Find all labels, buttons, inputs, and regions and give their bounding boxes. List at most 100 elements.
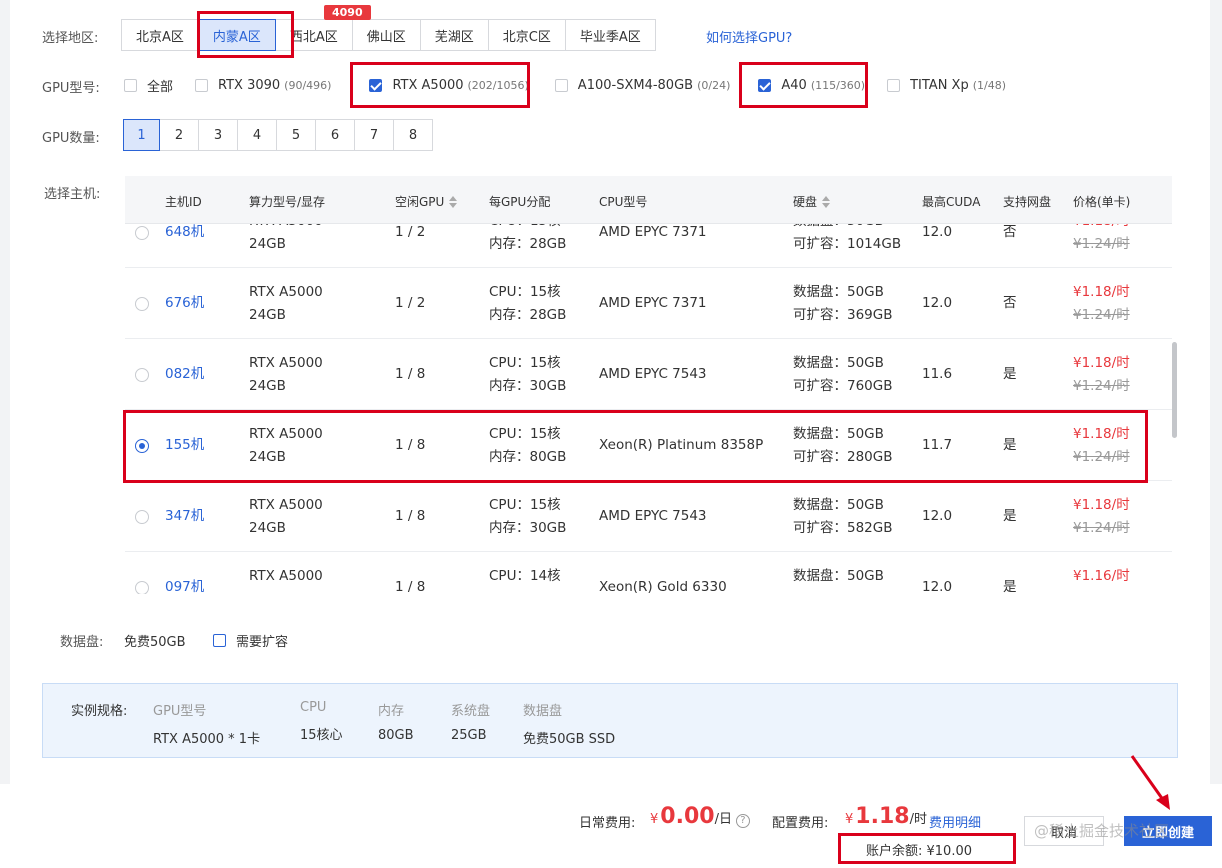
host-model: RTX A500024GB (249, 497, 323, 536)
table-row[interactable]: 097机 RTX A5000 1 / 8 CPU：14核 Xeon(R) Gold 63… (125, 552, 1172, 594)
host-id[interactable]: 676机 (165, 292, 204, 315)
col-cuda: 最高CUDA (922, 195, 981, 209)
host-netdisk: 是 (1003, 437, 1017, 453)
col-host-id: 主机ID (165, 195, 202, 209)
sort-icon[interactable] (822, 195, 831, 208)
table-row[interactable]: 155机 RTX A5000 24GB 1 / 8 CPU：15核 内存：80GB Xeon… (125, 410, 1172, 481)
col-price: 价格(单卡) (1073, 195, 1131, 209)
host-id[interactable]: 648机 (165, 221, 204, 244)
instance-spec-panel: 实例规格: GPU型号 RTX A5000 * 1卡 CPU 15核心 内存 8… (42, 683, 1178, 758)
gpu-count-5[interactable]: 5 (276, 119, 316, 151)
host-alloc: CPU：14核 (489, 568, 561, 584)
col-free-gpu[interactable]: 空闲GPU (395, 193, 458, 210)
host-price: ¥1.18/时¥1.24/时 (1073, 355, 1130, 394)
create-now-button[interactable]: 立即创建 (1124, 816, 1212, 846)
host-id[interactable]: 082机 (165, 363, 204, 386)
checkbox-expand[interactable] (213, 634, 226, 647)
host-cuda: 11.6 (922, 366, 953, 382)
spec-sysdisk: 系统盘 25GB (451, 704, 491, 743)
table-body: 648机 RTX A500024GB 1 / 2 CPU：15核内存：28GB AMD … (125, 197, 1172, 594)
gpu-count-3[interactable]: 3 (198, 119, 238, 151)
region-tab-wuhu[interactable]: 芜湖区 (419, 19, 489, 51)
host-alloc: CPU：15核 内存：80GB (489, 426, 567, 465)
host-id[interactable]: 347机 (165, 505, 204, 528)
help-link-choose-gpu[interactable]: 如何选择GPU? (706, 27, 792, 46)
host-free-gpu: 1 / 2 (395, 224, 426, 240)
host-radio[interactable] (135, 581, 149, 594)
host-netdisk: 是 (1003, 508, 1017, 524)
host-model: RTX A500024GB (249, 355, 323, 394)
checkbox-a40[interactable] (758, 78, 772, 92)
region-tab-neimeng-a[interactable]: 内蒙A区 (197, 19, 276, 51)
daily-cost: ¥ 0.00 /日 ? (650, 804, 750, 829)
col-netdisk: 支持网盘 (1003, 195, 1052, 209)
region-tab-graduation-a[interactable]: 毕业季A区 (564, 19, 656, 51)
col-model: 算力型号/显存 (249, 195, 326, 209)
col-disk[interactable]: 硬盘 (793, 193, 831, 210)
gpu-count-label: GPU数量: (42, 131, 100, 146)
gpu-option-all[interactable]: 全部 (124, 76, 173, 95)
host-cpu-model: Xeon(R) Platinum 8358P (599, 437, 764, 453)
host-radio[interactable] (135, 510, 149, 524)
gpu-count-4[interactable]: 4 (237, 119, 277, 151)
host-cpu-model: AMD EPYC 7371 (599, 295, 707, 311)
host-price: ¥1.18/时¥1.24/时 (1073, 426, 1130, 465)
gpu-option-rtx3090[interactable]: RTX 3090 (90/496) (195, 78, 331, 93)
host-alloc: CPU：15核内存：28GB (489, 284, 567, 323)
cancel-button[interactable]: 取消 (1024, 816, 1104, 846)
region-tab-foshan[interactable]: 佛山区 (351, 19, 421, 51)
host-disk: 数据盘：50GB 可扩容：369GB (793, 284, 893, 323)
host-alloc: CPU：15核 内存：30GB (489, 497, 567, 536)
host-netdisk: 是 (1003, 579, 1017, 594)
question-icon[interactable]: ? (735, 814, 750, 828)
host-disk: 数据盘：50GB 可扩容：582GB (793, 497, 893, 536)
spec-mem: 内存 80GB (378, 704, 414, 743)
host-id[interactable]: 097机 (165, 576, 204, 594)
region-tab-xibei-a[interactable]: 西北A区 (274, 19, 353, 51)
gpu-option-rtxa5000[interactable]: RTX A5000 (202/1056) (369, 78, 529, 93)
gpu-count-1[interactable]: 1 (123, 119, 160, 151)
host-free-gpu: 1 / 8 (395, 508, 426, 524)
config-cost: ¥ 1.18 /时 (845, 804, 927, 829)
host-cuda: 12.0 (922, 579, 953, 594)
gpu-count-6[interactable]: 6 (315, 119, 355, 151)
region-tabs: 北京A区 内蒙A区 西北A区 佛山区 芜湖区 北京C区 毕业季A区 (121, 19, 656, 51)
gpu-option-titanxp[interactable]: TITAN Xp (1/48) (887, 78, 1006, 93)
host-radio[interactable] (135, 439, 149, 453)
checkbox-all[interactable] (124, 78, 137, 92)
table-row[interactable]: 082机 RTX A5000 24GB 1 / 8 CPU：15核 内存：30GB AMD … (125, 339, 1172, 410)
gpu-count-2[interactable]: 2 (159, 119, 199, 151)
region-tab-beijing-c[interactable]: 北京C区 (487, 19, 566, 51)
gpu-count-8[interactable]: 8 (393, 119, 433, 151)
host-table: 主机ID 算力型号/显存 空闲GPU 每GPU分配 CPU型号 硬盘 最高CUD… (125, 176, 1172, 594)
host-label: 选择主机: (44, 187, 101, 202)
sort-icon[interactable] (449, 195, 458, 208)
arrow-annotation-icon (1130, 755, 1170, 810)
cost-detail-link[interactable]: 费用明细 (929, 812, 981, 831)
region-tab-beijing-a[interactable]: 北京A区 (121, 19, 199, 51)
spec-gpu: GPU型号 RTX A5000 * 1卡 (153, 704, 261, 747)
gpu-count-tabs: 1 2 3 4 5 6 7 8 (123, 119, 433, 151)
gpu-type-options: 全部 RTX 3090 (90/496) RTX A5000 (202/1056… (124, 76, 1006, 95)
table-row[interactable]: 347机 RTX A5000 24GB 1 / 8 CPU：15核 内存：30GB AMD … (125, 481, 1172, 552)
host-free-gpu: 1 / 8 (395, 366, 426, 382)
host-radio[interactable] (135, 226, 149, 240)
host-radio[interactable] (135, 297, 149, 311)
gpu-option-a40[interactable]: A40 (115/360) (758, 78, 865, 93)
host-price: ¥1.18/时¥1.24/时 (1073, 497, 1130, 536)
expand-option[interactable]: 需要扩容 (213, 631, 288, 650)
checkbox-a100[interactable] (554, 78, 568, 92)
table-row[interactable]: 676机 RTX A5000 24GB 1 / 2 CPU：15核 内存：28GB AMD … (125, 268, 1172, 339)
host-cpu-model: AMD EPYC 7371 (599, 224, 707, 240)
checkbox-titanxp[interactable] (887, 78, 901, 92)
gpu-option-a100[interactable]: A100-SXM4-80GB (0/24) (554, 78, 730, 93)
host-id[interactable]: 155机 (165, 434, 204, 457)
checkbox-rtx3090[interactable] (195, 78, 209, 92)
gpu-count-7[interactable]: 7 (354, 119, 394, 151)
host-radio[interactable] (135, 368, 149, 382)
checkbox-rtxa5000[interactable] (369, 78, 383, 92)
table-scrollbar[interactable] (1172, 342, 1177, 438)
table-header: 主机ID 算力型号/显存 空闲GPU 每GPU分配 CPU型号 硬盘 最高CUD… (125, 176, 1172, 224)
host-free-gpu: 1 / 8 (395, 437, 426, 453)
host-cuda: 12.0 (922, 508, 953, 524)
